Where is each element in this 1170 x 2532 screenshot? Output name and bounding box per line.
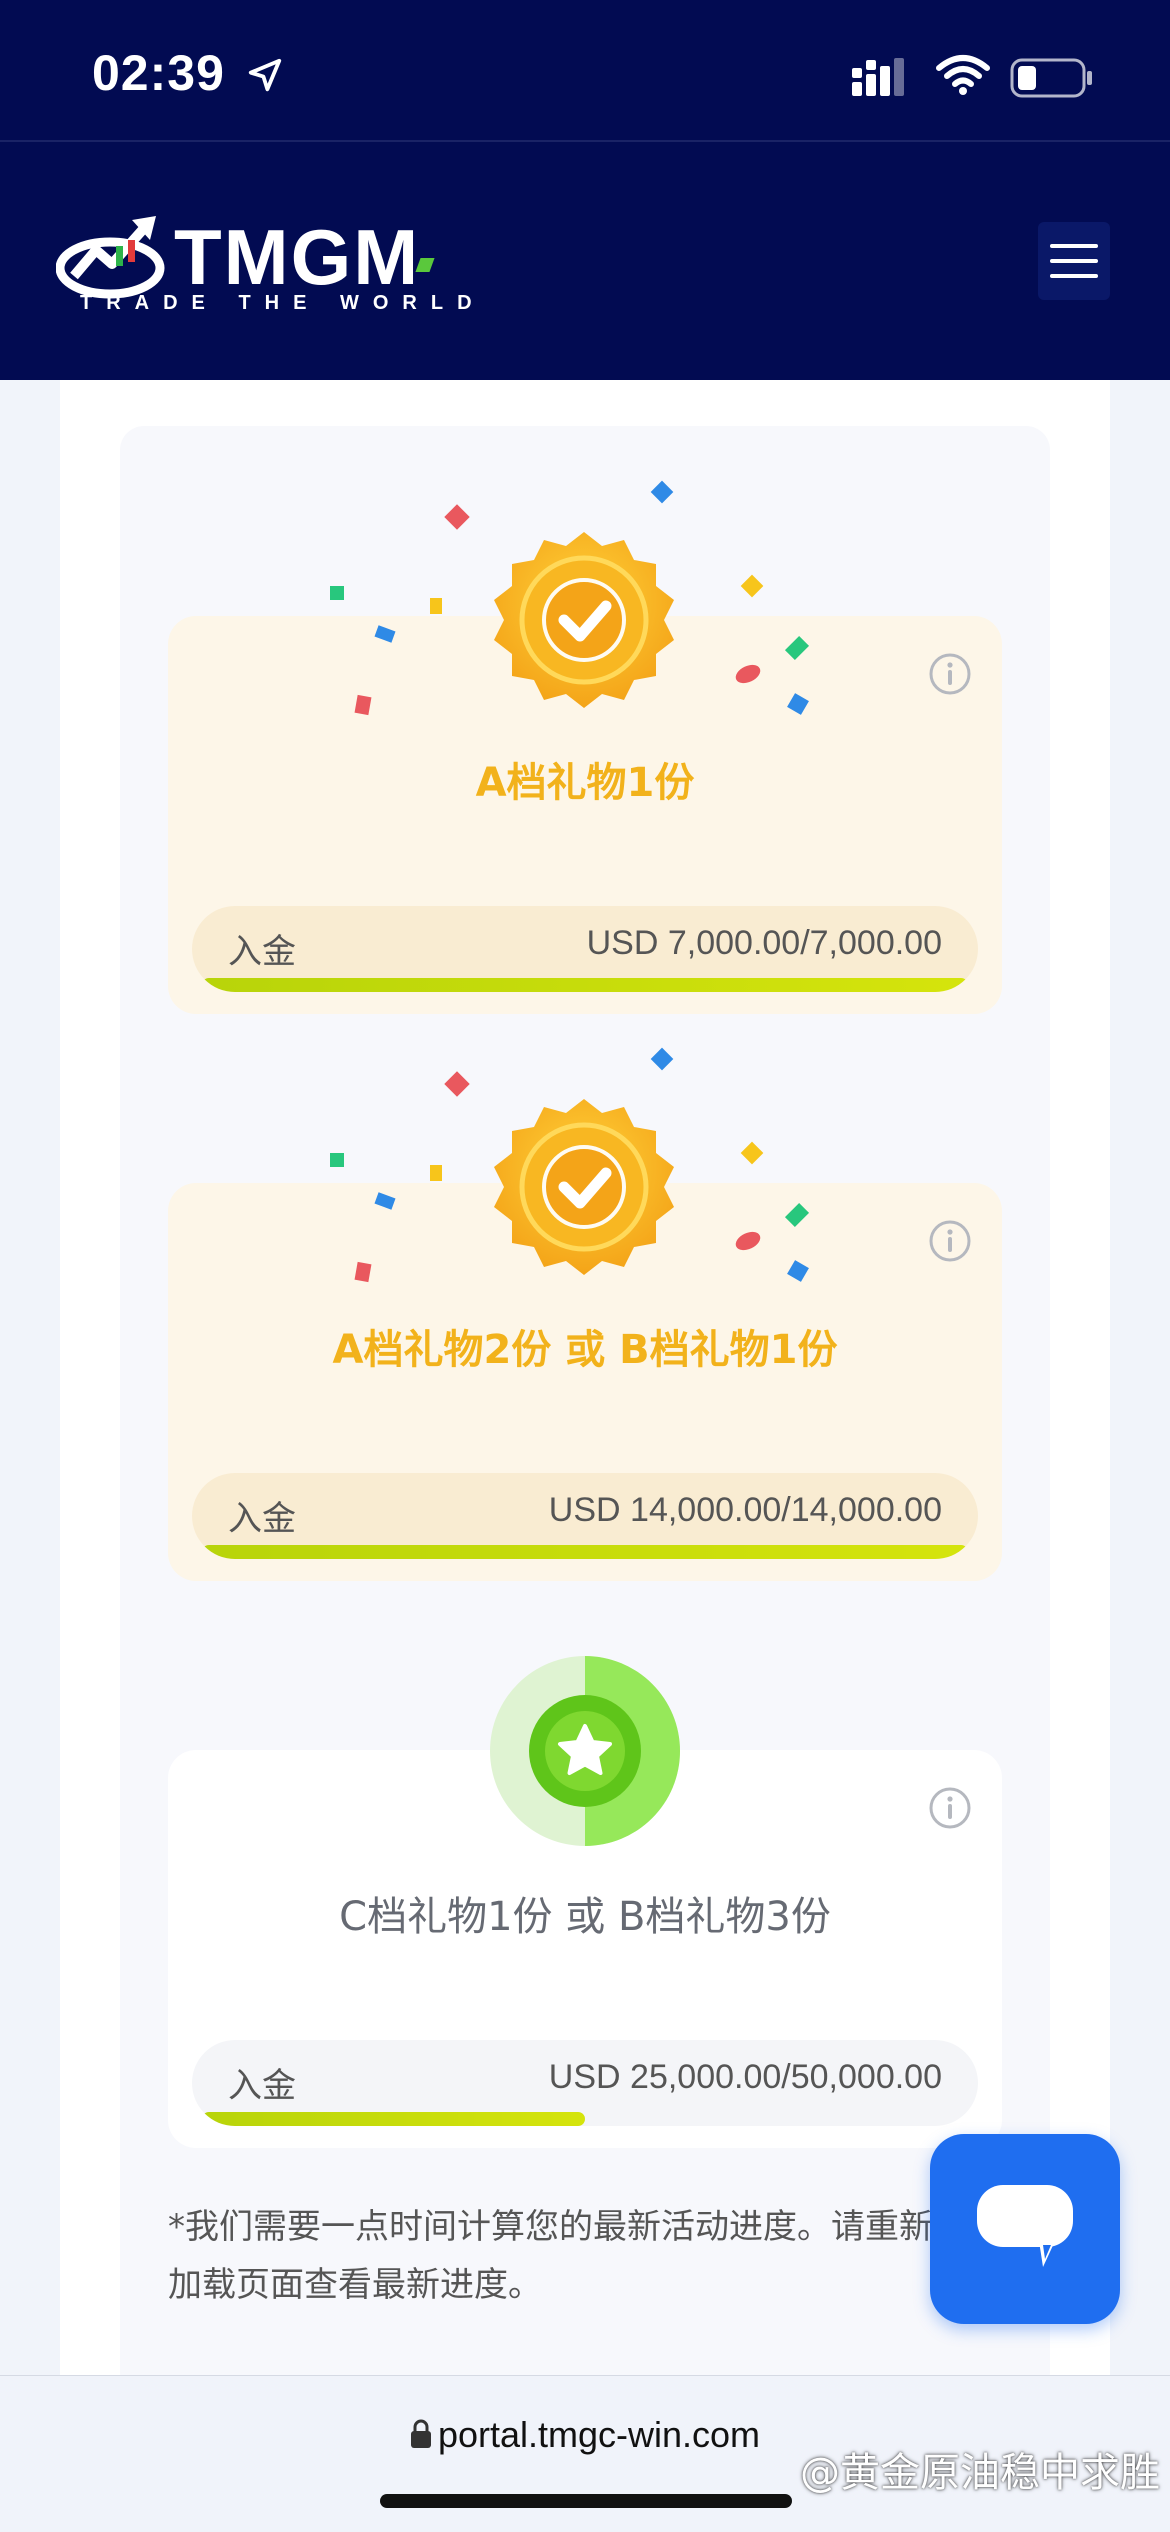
progress-track bbox=[202, 2112, 968, 2126]
info-icon[interactable] bbox=[928, 1786, 972, 1834]
home-indicator[interactable] bbox=[380, 2494, 792, 2508]
progress-label: 入金 bbox=[228, 932, 296, 972]
logo-tagline: TRADE THE WORLD bbox=[80, 292, 486, 314]
info-icon[interactable] bbox=[928, 1219, 972, 1267]
progress-fill bbox=[202, 978, 968, 992]
chat-button[interactable] bbox=[930, 2134, 1120, 2324]
signal-icon bbox=[852, 58, 912, 102]
progress-box: 入金 USD 25,000.00/50,000.00 bbox=[192, 2040, 978, 2126]
info-icon[interactable] bbox=[928, 652, 972, 700]
tier-title: A档礼物1份 bbox=[475, 760, 695, 806]
watermark: @黄金原油稳中求胜 bbox=[800, 2450, 1160, 2496]
status-time: 02:39 bbox=[92, 45, 225, 101]
progress-value: USD 14,000.00/14,000.00 bbox=[548, 1491, 942, 1529]
chat-icon bbox=[973, 2179, 1077, 2279]
progress-box: 入金 USD 7,000.00/7,000.00 bbox=[192, 906, 978, 992]
battery-icon bbox=[1010, 58, 1094, 102]
progress-label: 入金 bbox=[228, 1499, 296, 1539]
progress-fill bbox=[202, 1545, 968, 1559]
location-arrow-icon bbox=[246, 56, 284, 98]
progress-value: USD 25,000.00/50,000.00 bbox=[548, 2058, 942, 2096]
confetti-decoration bbox=[330, 480, 810, 716]
tier-title: C档礼物1份 或 B档礼物3份 bbox=[339, 1894, 831, 1940]
progress-note: *我们需要一点时间计算您的最新活动进度。请重新加载页面查看最新进度。 bbox=[168, 2207, 933, 2305]
lock-icon bbox=[410, 2416, 432, 2458]
url-text: portal.tmgc-win.com bbox=[437, 2414, 761, 2455]
progress-fill bbox=[202, 2112, 585, 2126]
progress-label: 入金 bbox=[228, 2066, 296, 2106]
site-header: TMGM TRADE THE WORLD bbox=[0, 140, 1170, 380]
status-bar: 02:39 bbox=[0, 0, 1170, 140]
logo-text: TMGM bbox=[174, 213, 421, 301]
progress-value: USD 7,000.00/7,000.00 bbox=[586, 924, 942, 962]
progress-track bbox=[202, 1545, 968, 1559]
hamburger-menu-icon[interactable] bbox=[1038, 222, 1110, 300]
progress-box: 入金 USD 14,000.00/14,000.00 bbox=[192, 1473, 978, 1559]
progress-track bbox=[202, 978, 968, 992]
confetti-decoration bbox=[330, 1047, 810, 1283]
wifi-icon bbox=[936, 54, 990, 100]
star-badge-icon bbox=[488, 1654, 682, 1852]
tier-title: A档礼物2份 或 B档礼物1份 bbox=[332, 1327, 838, 1373]
